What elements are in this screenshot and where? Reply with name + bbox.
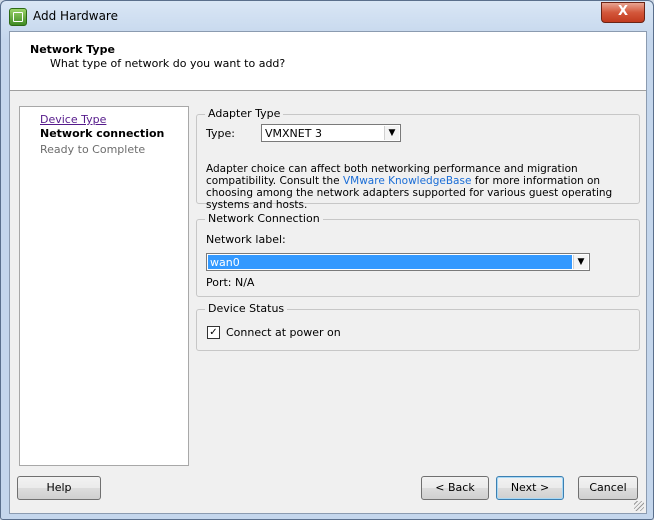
adapter-type-legend: Adapter Type (205, 107, 284, 120)
app-icon (9, 8, 27, 26)
network-label-value: wan0 (210, 256, 240, 269)
port-label: Port: (206, 276, 232, 289)
connect-at-power-on-checkbox[interactable]: ✓ (207, 326, 220, 339)
window-title: Add Hardware (33, 9, 118, 23)
network-connection-group: Network Connection Network label: wan0 ▼… (196, 212, 640, 297)
wizard-header: Network Type What type of network do you… (10, 32, 646, 91)
wizard-footer: Help < Back Next > Cancel (10, 464, 646, 513)
network-label-select[interactable]: wan0 ▼ (206, 253, 590, 271)
wizard-steps: Device Type Network connection Ready to … (19, 106, 189, 466)
step-device-type[interactable]: Device Type (40, 113, 106, 126)
help-button[interactable]: Help (17, 476, 101, 500)
chevron-down-icon[interactable]: ▼ (384, 126, 399, 140)
wizard-main-panel: Adapter Type Type: VMXNET 3 ▼ Adapter ch… (188, 106, 646, 464)
vmware-knowledgebase-link[interactable]: VMware KnowledgeBase (343, 175, 471, 187)
device-status-legend: Device Status (205, 302, 288, 315)
title-bar[interactable]: Add Hardware X (1, 1, 653, 31)
adapter-type-label: Type: (206, 127, 235, 140)
chevron-down-icon[interactable]: ▼ (573, 255, 588, 269)
network-connection-legend: Network Connection (205, 212, 323, 225)
page-subtitle: What type of network do you want to add? (50, 57, 286, 70)
adapter-type-select[interactable]: VMXNET 3 ▼ (261, 124, 401, 142)
back-button[interactable]: < Back (421, 476, 489, 500)
adapter-description: Adapter choice can affect both networkin… (206, 163, 638, 211)
page-title: Network Type (30, 43, 115, 56)
resize-grip-icon[interactable] (634, 501, 644, 511)
port-value: N/A (235, 276, 255, 289)
cancel-button[interactable]: Cancel (578, 476, 638, 500)
adapter-type-group: Adapter Type Type: VMXNET 3 ▼ Adapter ch… (196, 107, 640, 211)
device-status-group: Device Status ✓ Connect at power on (196, 302, 640, 351)
step-ready-to-complete: Ready to Complete (40, 143, 146, 156)
wizard-content: Network Type What type of network do you… (9, 31, 647, 514)
network-label-caption: Network label: (206, 233, 286, 246)
adapter-type-value: VMXNET 3 (265, 127, 322, 140)
close-button[interactable]: X (601, 2, 645, 23)
connect-at-power-on-label[interactable]: Connect at power on (226, 326, 341, 339)
step-network-connection: Network connection (40, 127, 165, 140)
next-button[interactable]: Next > (496, 476, 564, 500)
add-hardware-window: Add Hardware X Network Type What type of… (0, 0, 654, 520)
